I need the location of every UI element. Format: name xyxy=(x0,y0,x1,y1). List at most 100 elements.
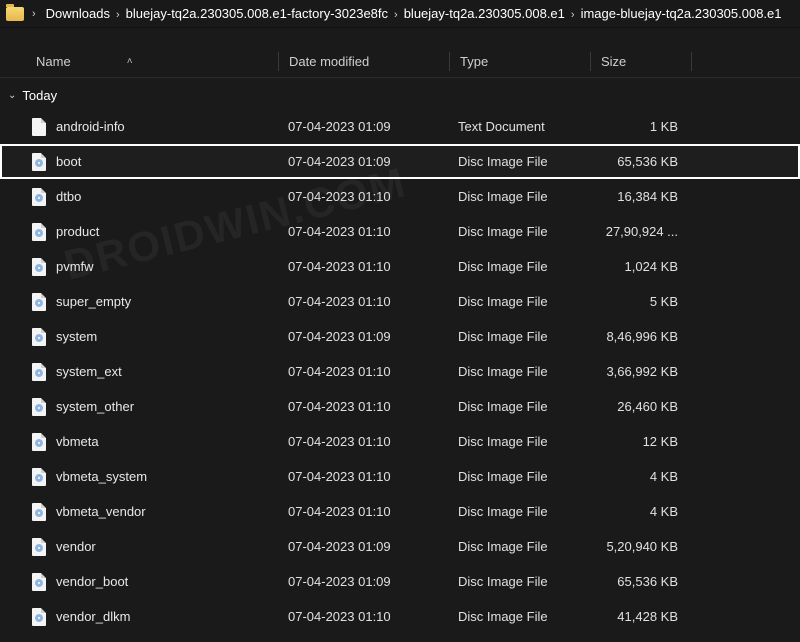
file-type: Disc Image File xyxy=(448,259,588,274)
file-row[interactable]: vendor_boot07-04-2023 01:09Disc Image Fi… xyxy=(0,564,800,599)
file-row[interactable]: vbmeta_system07-04-2023 01:10Disc Image … xyxy=(0,459,800,494)
file-type: Disc Image File xyxy=(448,154,588,169)
breadcrumb-item[interactable]: image-bluejay-tq2a.230305.008.e1 xyxy=(579,4,784,23)
disc-image-file-icon xyxy=(32,503,46,521)
file-name: vendor_dlkm xyxy=(56,609,130,624)
file-list: android-info07-04-2023 01:09Text Documen… xyxy=(0,109,800,634)
column-header-date-label: Date modified xyxy=(289,54,369,69)
file-row[interactable]: system_other 07-04-2023 01:10Disc Image F… xyxy=(0,389,800,424)
file-name: system_other xyxy=(56,399,134,414)
file-type: Disc Image File xyxy=(448,609,588,624)
disc-image-file-icon xyxy=(32,538,46,556)
column-header-type[interactable]: Type xyxy=(450,46,590,77)
file-name: android-info xyxy=(56,119,125,134)
file-row[interactable]: boot07-04-2023 01:09Disc Image File65,53… xyxy=(0,144,800,179)
breadcrumb[interactable]: › Downloads›bluejay-tq2a.230305.008.e1-f… xyxy=(0,0,800,28)
file-date: 07-04-2023 01:10 xyxy=(278,224,448,239)
file-size: 26,460 KB xyxy=(588,399,688,414)
file-size: 27,90,924 ... xyxy=(588,224,688,239)
file-date: 07-04-2023 01:10 xyxy=(278,434,448,449)
file-name: system xyxy=(56,329,97,344)
file-type: Disc Image File xyxy=(448,364,588,379)
file-name: vendor xyxy=(56,539,96,554)
column-header-name[interactable]: Name ˄ xyxy=(0,46,278,77)
file-date: 07-04-2023 01:10 xyxy=(278,399,448,414)
file-size: 1 KB xyxy=(588,119,688,134)
breadcrumb-item[interactable]: bluejay-tq2a.230305.008.e1-factory-3023e… xyxy=(124,4,390,23)
file-row[interactable]: product07-04-2023 01:10Disc Image File27… xyxy=(0,214,800,249)
file-size: 65,536 KB xyxy=(588,574,688,589)
disc-image-file-icon xyxy=(32,223,46,241)
disc-image-file-icon xyxy=(32,328,46,346)
file-name: vbmeta_system xyxy=(56,469,147,484)
file-size: 5 KB xyxy=(588,294,688,309)
column-header-size-label: Size xyxy=(601,54,626,69)
breadcrumb-item[interactable]: bluejay-tq2a.230305.008.e1 xyxy=(402,4,567,23)
disc-image-file-icon xyxy=(32,153,46,171)
file-row[interactable]: vendor_dlkm07-04-2023 01:10Disc Image Fi… xyxy=(0,599,800,634)
chevron-right-icon: › xyxy=(390,9,402,21)
file-row[interactable]: vbmeta 07-04-2023 01:10Disc Image File12 … xyxy=(0,424,800,459)
disc-image-file-icon xyxy=(32,433,46,451)
file-type: Disc Image File xyxy=(448,329,588,344)
file-type: Disc Image File xyxy=(448,504,588,519)
file-row[interactable]: system 07-04-2023 01:09Disc Image File8,4… xyxy=(0,319,800,354)
file-date: 07-04-2023 01:09 xyxy=(278,539,448,554)
file-size: 16,384 KB xyxy=(588,189,688,204)
file-date: 07-04-2023 01:10 xyxy=(278,504,448,519)
column-header-name-label: Name xyxy=(36,54,71,69)
breadcrumb-item[interactable]: Downloads xyxy=(44,4,112,23)
file-name: vbmeta_vendor xyxy=(56,504,146,519)
group-header-label: Today xyxy=(22,88,57,103)
file-name: dtbo xyxy=(56,189,81,204)
file-name: boot xyxy=(56,154,81,169)
file-type: Disc Image File xyxy=(448,574,588,589)
column-divider xyxy=(691,52,692,71)
file-type: Disc Image File xyxy=(448,189,588,204)
file-row[interactable]: vendor07-04-2023 01:09Disc Image File5,2… xyxy=(0,529,800,564)
file-name: vendor_boot xyxy=(56,574,128,589)
file-row[interactable]: vbmeta_vendor 07-04-2023 01:10Disc Image … xyxy=(0,494,800,529)
column-header-date[interactable]: Date modified xyxy=(279,46,449,77)
column-headers: Name ˄ Date modified Type Size xyxy=(0,46,800,78)
file-name: system_ext xyxy=(56,364,122,379)
file-date: 07-04-2023 01:10 xyxy=(278,189,448,204)
file-size: 41,428 KB xyxy=(588,609,688,624)
disc-image-file-icon xyxy=(32,258,46,276)
file-row[interactable]: android-info07-04-2023 01:09Text Documen… xyxy=(0,109,800,144)
file-size: 3,66,992 KB xyxy=(588,364,688,379)
file-size: 12 KB xyxy=(588,434,688,449)
chevron-right-icon: › xyxy=(567,9,579,21)
chevron-right-icon: › xyxy=(28,8,40,20)
disc-image-file-icon xyxy=(32,293,46,311)
disc-image-file-icon xyxy=(32,188,46,206)
file-size: 65,536 KB xyxy=(588,154,688,169)
file-date: 07-04-2023 01:09 xyxy=(278,329,448,344)
disc-image-file-icon xyxy=(32,608,46,626)
file-type: Disc Image File xyxy=(448,434,588,449)
file-name: product xyxy=(56,224,99,239)
file-row[interactable]: super_empty07-04-2023 01:10Disc Image Fi… xyxy=(0,284,800,319)
file-size: 4 KB xyxy=(588,469,688,484)
column-header-size[interactable]: Size xyxy=(591,46,691,77)
folder-icon xyxy=(6,7,24,21)
file-name: vbmeta xyxy=(56,434,99,449)
disc-image-file-icon xyxy=(32,398,46,416)
text-file-icon xyxy=(32,118,46,136)
file-type: Disc Image File xyxy=(448,294,588,309)
file-size: 8,46,996 KB xyxy=(588,329,688,344)
file-date: 07-04-2023 01:10 xyxy=(278,364,448,379)
file-row[interactable]: pvmfw07-04-2023 01:10Disc Image File1,02… xyxy=(0,249,800,284)
group-header-today[interactable]: ⌄ Today xyxy=(0,78,800,109)
disc-image-file-icon xyxy=(32,468,46,486)
file-type: Disc Image File xyxy=(448,399,588,414)
file-date: 07-04-2023 01:09 xyxy=(278,119,448,134)
file-date: 07-04-2023 01:10 xyxy=(278,259,448,274)
file-row[interactable]: system_ext 07-04-2023 01:10Disc Image Fil… xyxy=(0,354,800,389)
file-size: 1,024 KB xyxy=(588,259,688,274)
file-type: Disc Image File xyxy=(448,469,588,484)
chevron-right-icon: › xyxy=(112,9,124,21)
file-row[interactable]: dtbo 07-04-2023 01:10Disc Image File16,38… xyxy=(0,179,800,214)
file-date: 07-04-2023 01:10 xyxy=(278,294,448,309)
disc-image-file-icon xyxy=(32,363,46,381)
